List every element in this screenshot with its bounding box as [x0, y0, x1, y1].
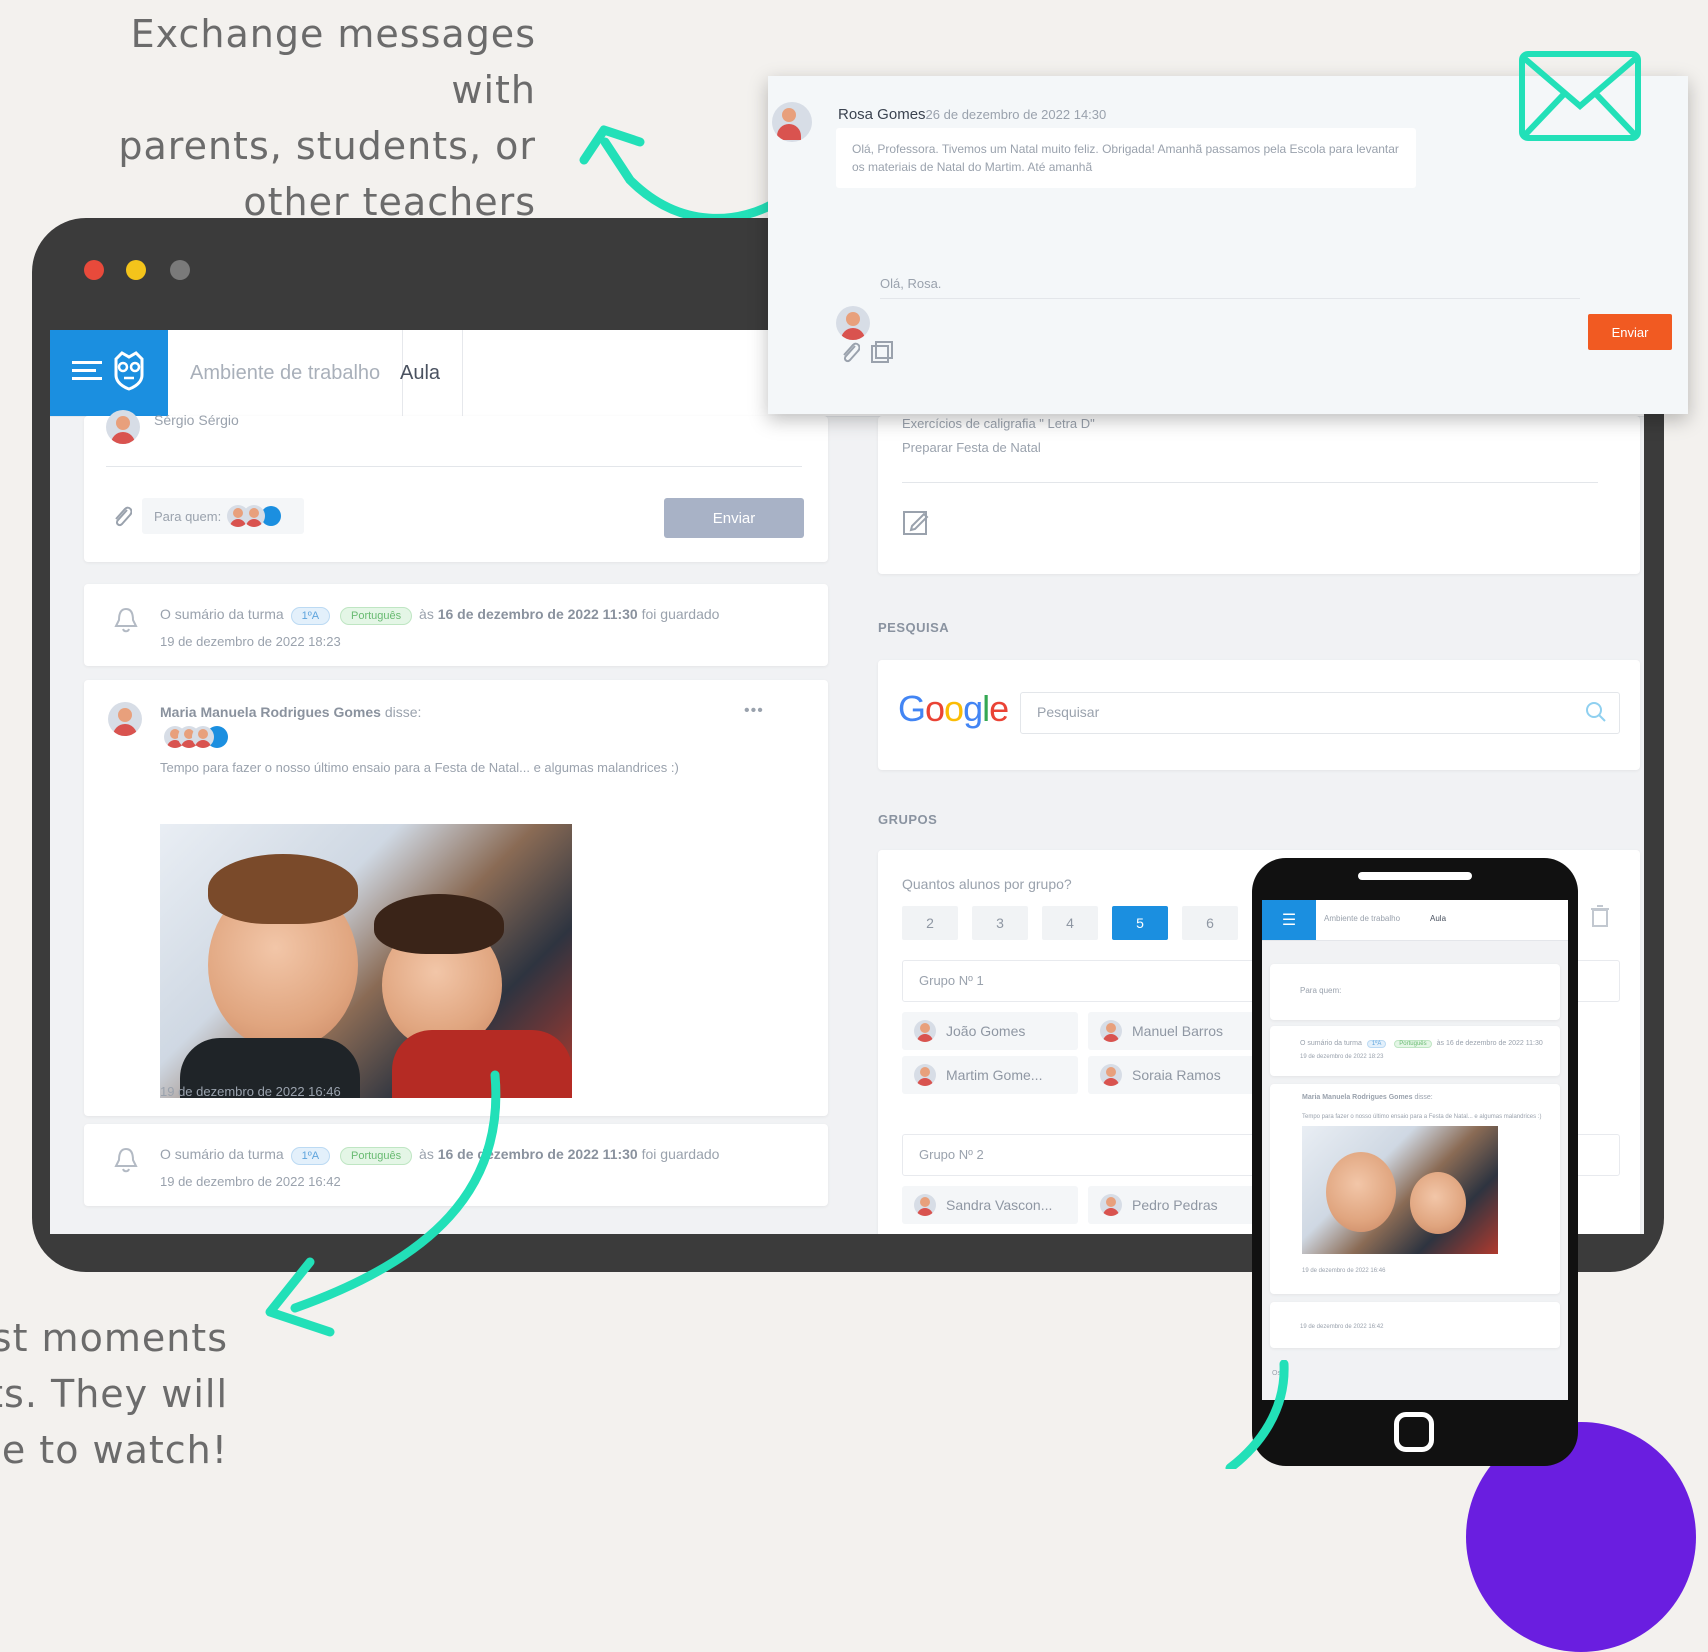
timestamp: 19 de dezembro de 2022 18:23	[160, 634, 341, 649]
notes-card: Exercícios de caligrafia " Letra D" Prep…	[878, 416, 1640, 574]
feed-post: Maria Manuela Rodrigues Gomes disse: •••…	[84, 680, 828, 1116]
user-avatar	[836, 306, 870, 340]
avatar	[106, 410, 140, 444]
phone-tab-class[interactable]: Aula	[1430, 914, 1446, 923]
student-chip[interactable]: Soraia Ramos	[1088, 1056, 1264, 1094]
phone-topbar: ☰ Ambiente de trabalho Aula	[1262, 900, 1568, 941]
post-composer: Sérgio Sérgio Para quem: Enviar	[84, 410, 828, 562]
phone-post-photo[interactable]	[1302, 1126, 1498, 1254]
student-chip[interactable]: Sandra Vascon...	[902, 1186, 1078, 1224]
class-badge: 1ºA	[290, 607, 331, 625]
avatar	[1100, 1064, 1122, 1086]
post-photo[interactable]	[160, 824, 572, 1098]
post-author-line: Maria Manuela Rodrigues Gomes disse:	[160, 704, 422, 720]
search-section-title: PESQUISA	[878, 620, 950, 635]
trash-icon[interactable]	[1590, 904, 1610, 933]
google-logo: Google	[898, 688, 1009, 729]
phone-composer: Para quem:	[1270, 964, 1560, 1020]
student-chip[interactable]: Martim Gome...	[902, 1056, 1078, 1094]
tab-class[interactable]: Aula	[378, 330, 464, 416]
note-item: Preparar Festa de Natal	[902, 440, 1041, 455]
search-icon[interactable]	[1585, 701, 1607, 728]
close-dot	[84, 260, 104, 280]
subject-badge: Português	[339, 607, 413, 625]
search-input[interactable]: Pesquisar	[1020, 692, 1620, 734]
summary-notification: O sumário da turma 1ºA Português às 16 d…	[84, 584, 828, 666]
more-dots-icon[interactable]: •••	[744, 702, 764, 720]
paperclip-icon[interactable]	[838, 338, 861, 369]
phone-menu-button[interactable]: ☰	[1262, 900, 1316, 940]
group-size-option[interactable]: 2	[902, 906, 958, 940]
sender-name: Rosa Gomes	[838, 106, 926, 123]
avatar	[192, 726, 214, 748]
hamburger-icon	[72, 359, 102, 388]
avatar	[914, 1194, 936, 1216]
search-card: Google Pesquisar	[878, 660, 1640, 770]
recipients-label: Para quem:	[154, 508, 222, 524]
maximize-dot	[170, 260, 190, 280]
note-item: Exercícios de caligrafia " Letra D"	[902, 416, 1095, 431]
post-recipients	[164, 726, 228, 748]
groups-section-title: GRUPOS	[878, 812, 938, 827]
group-size-option[interactable]: 4	[1042, 906, 1098, 940]
message-body: Olá, Professora. Tivemos um Natal muito …	[836, 128, 1416, 188]
phone-screen: ☰ Ambiente de trabalho Aula Para quem: O…	[1262, 900, 1568, 1400]
gallery-icon[interactable]	[870, 340, 894, 369]
summary-text: O sumário da turma 1ºA Português às 16 d…	[160, 606, 719, 625]
sender-avatar	[772, 102, 812, 142]
bell-icon	[114, 1146, 138, 1179]
message-timestamp: 26 de dezembro de 2022 14:30	[925, 107, 1107, 122]
groups-question: Quantos alunos por grupo?	[902, 876, 1072, 892]
bell-icon	[114, 606, 138, 639]
student-chip[interactable]: João Gomes	[902, 1012, 1078, 1050]
avatar	[1100, 1020, 1122, 1042]
send-post-button[interactable]: Enviar	[664, 498, 804, 538]
arrow-to-photo	[265, 1070, 501, 1337]
menu-button[interactable]	[50, 330, 168, 416]
envelope-icon	[1519, 51, 1641, 141]
paperclip-icon[interactable]	[110, 502, 133, 533]
recipients-selector[interactable]: Para quem:	[142, 498, 304, 534]
student-chip[interactable]: Pedro Pedras	[1088, 1186, 1264, 1224]
post-text: Tempo para fazer o nosso último ensaio p…	[160, 760, 679, 775]
photo-hair	[374, 894, 504, 954]
avatar	[108, 702, 142, 736]
phone-summary: 19 de dezembro de 2022 16:42	[1270, 1302, 1560, 1348]
reply-input[interactable]: Olá, Rosa.	[880, 270, 1580, 299]
phone-summary: O sumário da turma 1ºA Português às 16 d…	[1270, 1026, 1560, 1076]
minimize-dot	[126, 260, 146, 280]
group-size-option[interactable]: 3	[972, 906, 1028, 940]
group-size-option-selected[interactable]: 5	[1112, 906, 1168, 940]
avatar	[914, 1064, 936, 1086]
home-button-icon[interactable]	[1394, 1412, 1434, 1452]
avatar	[914, 1020, 936, 1042]
tab-workspace[interactable]: Ambiente de trabalho	[168, 330, 404, 416]
avatar	[1100, 1194, 1122, 1216]
edit-icon[interactable]	[902, 508, 930, 541]
promo-text-messages: Exchange messages with parents, students…	[118, 12, 536, 224]
divider	[902, 482, 1598, 483]
send-message-button[interactable]: Enviar	[1588, 314, 1672, 350]
promo-text-moments: best moments nts. They will ove to watch…	[0, 1316, 228, 1469]
avatar	[243, 505, 266, 527]
phone-speaker	[1358, 872, 1472, 880]
student-chip[interactable]: Manuel Barros	[1088, 1012, 1264, 1050]
group-size-option[interactable]: 6	[1182, 906, 1238, 940]
divider	[106, 466, 802, 467]
composer-author: Sérgio Sérgio	[154, 412, 239, 428]
owl-logo-icon	[112, 350, 146, 396]
phone-tab-workspace[interactable]: Ambiente de trabalho	[1324, 914, 1400, 923]
arrow-to-phone	[1225, 1360, 1289, 1469]
message-header: Rosa Gomes26 de dezembro de 2022 14:30	[838, 106, 1106, 123]
photo-hair	[208, 854, 358, 924]
arrow-to-popup	[579, 125, 785, 223]
phone-post: Maria Manuela Rodrigues Gomes disse: Tem…	[1270, 1084, 1560, 1294]
